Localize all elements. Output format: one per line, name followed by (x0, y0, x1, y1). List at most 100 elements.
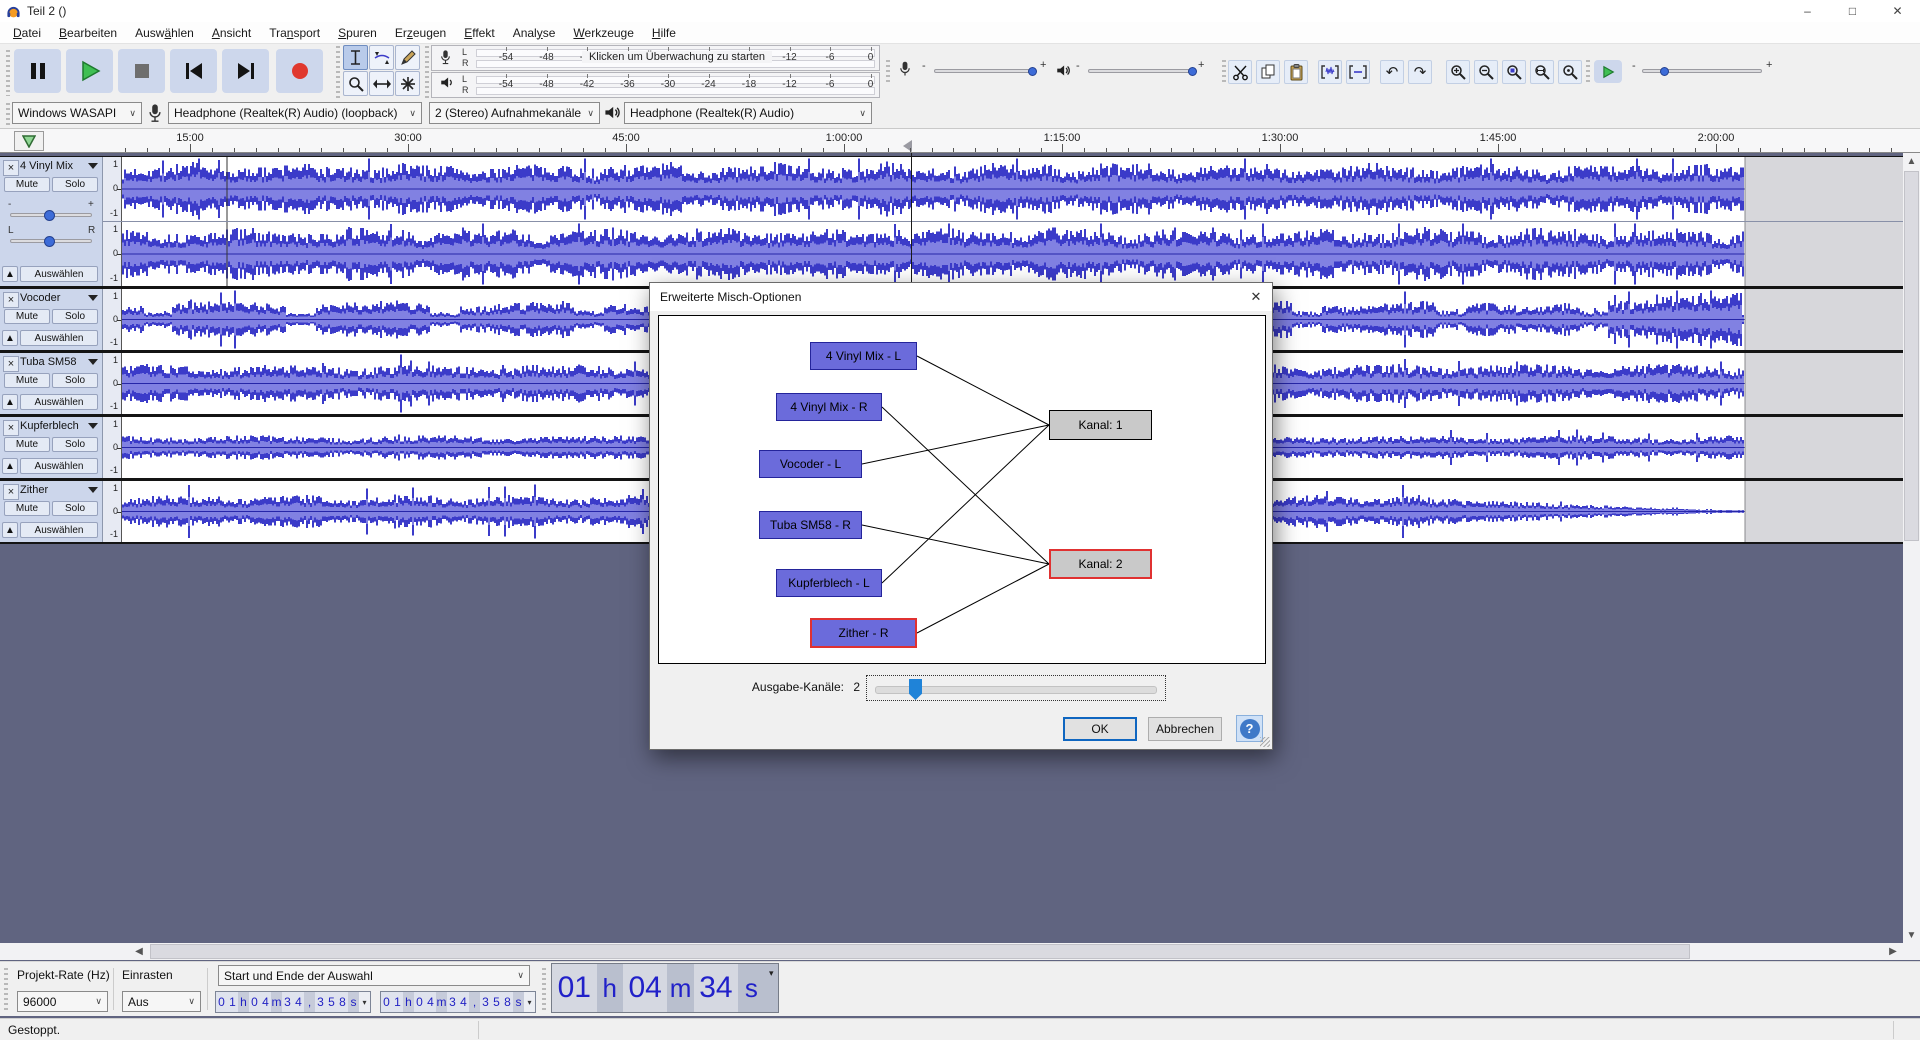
selection-mode-select[interactable]: Start und Ende der Auswahl ∨ (218, 965, 530, 986)
track-menu-icon[interactable] (88, 423, 98, 429)
selection-end-char[interactable]: , (469, 992, 480, 1012)
solo-button[interactable]: Solo (52, 373, 98, 388)
menu-effekt[interactable]: Effekt (455, 26, 503, 40)
slider-thumb[interactable] (909, 679, 922, 700)
recording-volume-thumb[interactable] (1028, 67, 1037, 76)
envelope-tool[interactable] (369, 45, 394, 70)
select-button[interactable]: Auswählen (20, 458, 98, 474)
pinned-play-head[interactable] (14, 131, 44, 151)
menu-transport[interactable]: Transport (260, 26, 329, 40)
playback-meter[interactable]: L R -54 -48 -42 -36 -30 -24 -18 -12 -6 0 (431, 72, 880, 98)
close-button[interactable]: ✕ (1875, 0, 1920, 22)
time-shift-tool[interactable] (369, 71, 394, 96)
chevron-down-icon[interactable]: ▾ (359, 998, 370, 1007)
vertical-ruler[interactable]: 1 0 -1 (103, 222, 122, 286)
recording-device-select[interactable]: Headphone (Realtek(R) Audio) (loopback) ∨ (168, 102, 422, 124)
source-box-vocoder-l[interactable]: Vocoder - L (759, 450, 862, 478)
time-display-digits[interactable]: 34 (693, 964, 739, 1012)
selection-start-char[interactable]: 1 (227, 992, 238, 1012)
scroll-right-icon[interactable]: ▶ (1884, 943, 1902, 960)
source-box-tuba-sm58-r[interactable]: Tuba SM58 - R (759, 511, 862, 539)
waveform-left-channel[interactable] (122, 157, 1903, 224)
play-speed-thumb[interactable] (1660, 67, 1669, 76)
track-menu-icon[interactable] (88, 295, 98, 301)
output-channels-slider[interactable] (866, 675, 1166, 701)
track-menu-icon[interactable] (88, 487, 98, 493)
dialog-close-icon[interactable]: ✕ (1244, 285, 1268, 309)
vertical-ruler[interactable]: 1 0 -1 (103, 157, 122, 221)
mute-button[interactable]: Mute (4, 309, 50, 324)
select-button[interactable]: Auswählen (20, 394, 98, 410)
ok-button[interactable]: OK (1063, 717, 1137, 741)
recording-channels-select[interactable]: 2 (Stereo) Aufnahmekanäle ∨ (429, 102, 600, 124)
draw-tool[interactable] (395, 45, 420, 70)
track-close-icon[interactable]: × (3, 484, 19, 500)
time-display-digits[interactable]: 01 (552, 964, 597, 1012)
stop-button[interactable] (118, 49, 165, 93)
silence-button[interactable] (1346, 60, 1370, 84)
selection-end-field[interactable]: 0 1 h 0 4 m 3 4, 3 5 8 s ▾ (380, 991, 536, 1013)
selection-tool[interactable] (343, 45, 368, 70)
selection-start-char[interactable]: m (271, 992, 282, 1012)
playback-volume-slider[interactable] (1088, 69, 1192, 73)
menu-spuren[interactable]: Spuren (329, 26, 386, 40)
play-button[interactable] (66, 49, 113, 93)
selection-end-char[interactable]: h (403, 992, 414, 1012)
menu-hilfe[interactable]: Hilfe (643, 26, 685, 40)
pan-slider-thumb[interactable] (44, 236, 55, 247)
timeline-ruler[interactable]: 15:00 30:00 45:00 1:00:00 1:15:00 1:30:00 1:45… (0, 129, 1920, 153)
help-button[interactable]: ? (1236, 715, 1263, 742)
cancel-button[interactable]: Abbrechen (1148, 717, 1222, 741)
select-button[interactable]: Auswählen (20, 522, 98, 538)
playback-device-select[interactable]: Headphone (Realtek(R) Audio) ∨ (624, 102, 872, 124)
solo-button[interactable]: Solo (52, 177, 98, 192)
monitoring-hint[interactable]: Klicken um Überwachung zu starten (582, 51, 772, 63)
project-rate-select[interactable]: 96000 ∨ (17, 991, 108, 1012)
dialog-title-bar[interactable]: Erweiterte Misch-Optionen (650, 283, 1272, 311)
mute-button[interactable]: Mute (4, 373, 50, 388)
skip-to-start-button[interactable] (170, 49, 217, 93)
audio-host-select[interactable]: Windows WASAPI ∨ (12, 102, 142, 124)
solo-button[interactable]: Solo (52, 437, 98, 452)
time-display[interactable]: 01 h 04 m 34 s ▾ (551, 963, 779, 1013)
skip-to-end-button[interactable] (222, 49, 269, 93)
zoom-selection-button[interactable] (1502, 60, 1526, 84)
vertical-ruler[interactable]: 1 0 -1 (103, 417, 122, 478)
selection-start-char[interactable]: , (304, 992, 315, 1012)
select-button[interactable]: Auswählen (20, 266, 98, 282)
source-box-kupferblech-l[interactable]: Kupferblech - L (776, 569, 882, 597)
copy-button[interactable] (1256, 60, 1280, 84)
chevron-down-icon[interactable]: ▾ (764, 964, 779, 1012)
selection-end-char[interactable]: m (436, 992, 447, 1012)
track-name[interactable]: Kupferblech (20, 420, 79, 432)
time-display-unit[interactable]: h (596, 964, 623, 1012)
mute-button[interactable]: Mute (4, 437, 50, 452)
snap-select[interactable]: Aus ∨ (122, 991, 201, 1012)
track-close-icon[interactable]: × (3, 292, 19, 308)
track-close-icon[interactable]: × (3, 420, 19, 436)
track-name[interactable]: Tuba SM58 (20, 356, 76, 368)
selection-start-char[interactable]: 4 (260, 992, 271, 1012)
zoom-toggle-button[interactable] (1558, 60, 1582, 84)
time-display-unit[interactable]: s (738, 964, 765, 1012)
track-name[interactable]: 4 Vinyl Mix (20, 160, 73, 172)
selection-start-char[interactable]: 5 (326, 992, 337, 1012)
zoom-tool[interactable] (343, 71, 368, 96)
scroll-up-icon[interactable]: ▲ (1903, 153, 1920, 169)
record-button[interactable] (276, 49, 323, 93)
channel-box-1[interactable]: Kanal: 1 (1049, 410, 1152, 440)
vertical-ruler[interactable]: 1 0 -1 (103, 481, 122, 542)
time-display-digits[interactable]: 04 (622, 964, 668, 1012)
vertical-ruler[interactable]: 1 0 -1 (103, 353, 122, 414)
chevron-down-icon[interactable]: ▾ (524, 998, 535, 1007)
collapse-button[interactable]: ▲ (2, 330, 18, 346)
menu-analyse[interactable]: Analyse (504, 26, 565, 40)
solo-button[interactable]: Solo (52, 309, 98, 324)
hscroll-thumb[interactable] (150, 944, 1690, 959)
multi-tool[interactable] (395, 71, 420, 96)
play-at-speed-button[interactable] (1594, 60, 1622, 83)
menu-erzeugen[interactable]: Erzeugen (386, 26, 455, 40)
maximize-button[interactable]: □ (1830, 0, 1875, 22)
selection-end-char[interactable]: 0 (381, 992, 392, 1012)
selection-end-char[interactable]: 4 (425, 992, 436, 1012)
